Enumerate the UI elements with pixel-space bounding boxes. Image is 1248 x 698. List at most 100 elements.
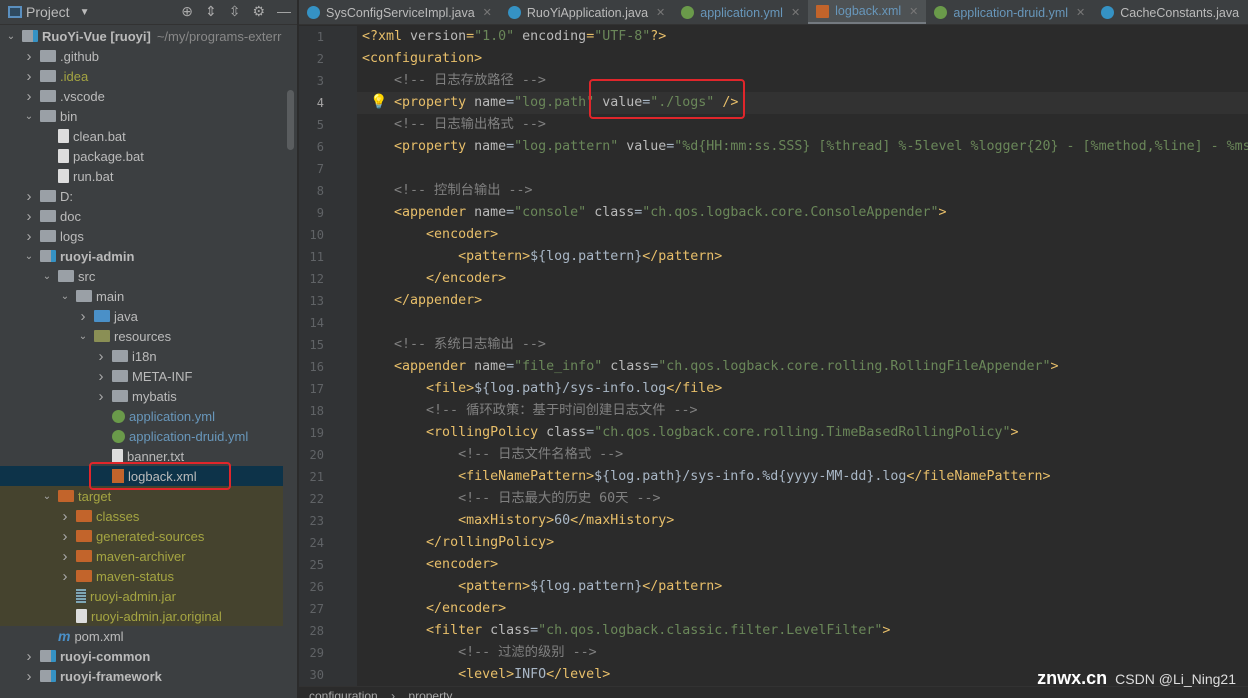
tree-item[interactable]: ⌄ src <box>0 266 283 286</box>
expand-all-icon[interactable]: ⇕ <box>205 3 217 20</box>
line-number: 19 <box>309 426 324 440</box>
code-line: <appender name="file_info" class="ch.qos… <box>362 356 1059 378</box>
tree-item[interactable]: ⌄ RuoYi-Vue [ruoyi] ~/my/programs-exterr <box>0 26 283 46</box>
tree-item[interactable]: › classes <box>0 506 283 526</box>
tree-item[interactable]: ⌄ ruoyi-admin <box>0 246 283 266</box>
tree-item[interactable]: › .vscode <box>0 86 283 106</box>
code-token: <maxHistory> <box>458 513 555 528</box>
code-token: = <box>586 425 595 440</box>
tree-item[interactable]: › .idea <box>0 66 283 86</box>
tree-item[interactable]: › doc <box>0 206 283 226</box>
chevron-right-icon[interactable]: › <box>22 228 36 245</box>
chevron-right-icon[interactable]: › <box>94 368 108 385</box>
tree-item[interactable]: ⌄ main <box>0 286 283 306</box>
code-token: ${log.pattern} <box>530 579 643 594</box>
tree-item[interactable]: › maven-archiver <box>0 546 283 566</box>
line-number: 2 <box>316 52 324 66</box>
chevron-right-icon[interactable]: › <box>22 208 36 225</box>
tree-item[interactable]: ruoyi-admin.jar <box>0 586 283 606</box>
chevron-down-icon[interactable]: ⌄ <box>76 331 90 342</box>
chevron-down-icon[interactable]: ▼ <box>80 7 90 18</box>
file-icon <box>112 449 123 463</box>
tab-label: SysConfigServiceImpl.java <box>326 5 475 20</box>
collapse-all-icon[interactable]: ⇳ <box>229 3 241 20</box>
editor-tab[interactable]: logback.xml ✕ <box>808 0 927 24</box>
tree-item[interactable]: › i18n <box>0 346 283 366</box>
tree-item[interactable]: clean.bat <box>0 126 283 146</box>
tree-item[interactable]: package.bat <box>0 146 283 166</box>
chevron-down-icon[interactable]: ⌄ <box>40 271 54 282</box>
file-icon <box>112 429 125 443</box>
project-view-selector[interactable]: Project <box>26 4 70 20</box>
close-icon[interactable]: ✕ <box>791 6 800 19</box>
tree-item[interactable]: › logs <box>0 226 283 246</box>
chevron-right-icon[interactable]: › <box>58 528 72 545</box>
tree-item[interactable]: › ruoyi-common <box>0 646 283 666</box>
editor-tab[interactable]: SysConfigServiceImpl.java ✕ <box>299 0 500 24</box>
chevron-right-icon[interactable]: › <box>58 568 72 585</box>
chevron-down-icon[interactable]: ⌄ <box>22 111 36 122</box>
close-icon[interactable]: ✕ <box>1076 6 1085 19</box>
code-token: ${log.path}/sys-info.log <box>474 381 667 396</box>
editor-tab[interactable]: RuoYiApplication.java ✕ <box>500 0 673 24</box>
chevron-right-icon[interactable]: › <box>22 88 36 105</box>
chevron-down-icon[interactable]: ⌄ <box>58 291 72 302</box>
tree-item[interactable]: › mybatis <box>0 386 283 406</box>
tree-item[interactable]: › maven-status <box>0 566 283 586</box>
folder-icon <box>40 190 56 202</box>
tree-item[interactable]: ⌄ bin <box>0 106 283 126</box>
tree-item[interactable]: run.bat <box>0 166 283 186</box>
tree-item[interactable]: ⌄ resources <box>0 326 283 346</box>
chevron-right-icon[interactable]: › <box>22 648 36 665</box>
breadcrumb-item[interactable]: property <box>408 689 452 698</box>
tree-item[interactable]: › D: <box>0 186 283 206</box>
editor-tab[interactable]: CacheConstants.java✕ <box>1093 0 1248 24</box>
tree-item[interactable]: › java <box>0 306 283 326</box>
crosshair-icon[interactable]: ⊕ <box>181 3 193 20</box>
gear-icon[interactable]: ⚙ <box>252 3 265 20</box>
tree-item[interactable]: application.yml <box>0 406 283 426</box>
breadcrumb-item[interactable]: configuration <box>309 689 378 698</box>
tree-item[interactable]: › ruoyi-framework <box>0 666 283 686</box>
close-icon[interactable]: ✕ <box>656 6 665 19</box>
chevron-right-icon[interactable]: › <box>22 68 36 85</box>
chevron-right-icon[interactable]: › <box>94 388 108 405</box>
line-number: 18 <box>309 404 324 418</box>
chevron-right-icon[interactable]: › <box>94 348 108 365</box>
chevron-right-icon[interactable]: › <box>58 548 72 565</box>
chevron-right-icon[interactable]: › <box>22 188 36 205</box>
editor-tab[interactable]: application.yml ✕ <box>673 0 808 24</box>
chevron-right-icon[interactable]: › <box>76 308 90 325</box>
scrollbar[interactable] <box>287 90 294 150</box>
code-token: "ch.qos.logback.classic.filter.LevelFilt… <box>538 623 883 638</box>
tree-item-label: doc <box>60 208 81 224</box>
line-number: 9 <box>316 206 324 220</box>
chevron-right-icon[interactable]: › <box>22 668 36 685</box>
editor-tab[interactable]: application-druid.yml ✕ <box>926 0 1093 24</box>
chevron-right-icon[interactable]: › <box>58 508 72 525</box>
close-icon[interactable]: ✕ <box>483 6 492 19</box>
chevron-right-icon[interactable]: › <box>22 48 36 65</box>
tree-item-label: ruoyi-admin.jar.original <box>91 608 222 624</box>
folder-icon <box>40 50 56 62</box>
code-token: name <box>474 95 507 110</box>
code-token: <appender <box>394 205 475 220</box>
tree-item[interactable]: m pom.xml <box>0 626 283 646</box>
tree-item[interactable]: application-druid.yml <box>0 426 283 446</box>
close-icon[interactable]: ✕ <box>909 5 918 18</box>
tree-item[interactable]: ruoyi-admin.jar.original <box>0 606 283 626</box>
tree-item[interactable]: › .github <box>0 46 283 66</box>
tree-item-label: classes <box>96 508 140 524</box>
minimize-icon[interactable]: — <box>277 3 291 20</box>
tree-item[interactable]: › META-INF <box>0 366 283 386</box>
chevron-down-icon[interactable]: ⌄ <box>22 251 36 262</box>
code-token: ?> <box>650 29 667 44</box>
editor-tabs: SysConfigServiceImpl.java ✕ RuoYiApplicati… <box>299 0 1248 25</box>
chevron-down-icon[interactable]: ⌄ <box>4 31 18 42</box>
chevron-down-icon[interactable]: ⌄ <box>40 491 54 502</box>
code-token: <pattern> <box>458 579 531 594</box>
code-token: </file> <box>666 381 723 396</box>
folder-icon <box>40 70 56 82</box>
tree-item[interactable]: › generated-sources <box>0 526 283 546</box>
